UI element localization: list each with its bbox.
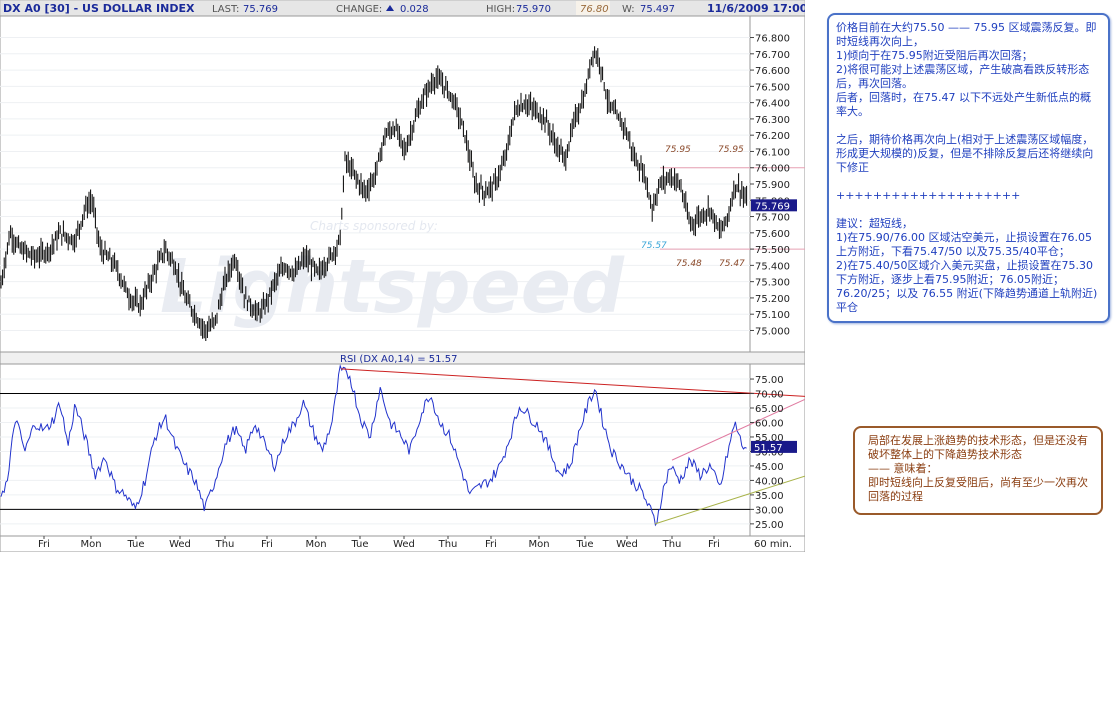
price-tick-label: 76.100: [755, 147, 790, 158]
price-tick-label: 75.100: [755, 310, 790, 321]
chart-area: DX A0 [30] - US DOLLAR INDEX LAST: 75.76…: [0, 0, 815, 553]
change-label: CHANGE:: [336, 4, 382, 15]
watermark-logo: Lightspeed: [160, 244, 625, 330]
x-tick-label: Tue: [350, 539, 368, 550]
note-paragraph: —— 意味着：: [868, 462, 938, 475]
interval-label: 60 min.: [754, 539, 792, 550]
symbol-title: DX A0 [30] - US DOLLAR INDEX: [3, 2, 195, 15]
price-annotation: 75.48: [676, 259, 702, 269]
note-gap: [836, 119, 1101, 133]
rsi-tick-label: 45.00: [755, 462, 784, 473]
rsi-tick-label: 75.00: [755, 375, 784, 386]
rsi-plot-area: [0, 363, 751, 537]
price-annotation: 75.95: [718, 145, 744, 155]
price-annotation: 75.95: [665, 145, 691, 155]
price-tick-label: 76.400: [755, 99, 790, 110]
note-paragraph: 即时短线向上反复受阻后，尚有至少一次再次回落的过程: [868, 476, 1088, 503]
x-tick-label: Mon: [305, 539, 326, 550]
note-paragraph: 1)倾向于在75.95附近受阻后再次回落；: [836, 49, 1033, 62]
x-tick-label: Tue: [575, 539, 593, 550]
last-label: LAST:: [212, 4, 239, 15]
last-value: 75.769: [243, 4, 278, 15]
price-tick-label: 75.400: [755, 261, 790, 272]
high-value: 75.970: [516, 4, 551, 15]
price-tick-label: 76.700: [755, 50, 790, 61]
price-tick-label: 75.000: [755, 326, 790, 337]
price-annotation: 75.57: [641, 241, 667, 251]
note-gap: [836, 175, 1101, 189]
price-tick-label: 75.700: [755, 213, 790, 224]
price-tick-label: 75.500: [755, 245, 790, 256]
x-tick-label: Wed: [169, 539, 191, 550]
rsi-tick-label: 70.00: [755, 390, 784, 401]
trend-note: 局部在发展上涨趋势的技术形态，但是还没有破坏整体上的下降趋势技术形态 —— 意味着…: [853, 426, 1103, 515]
x-tick-label: Mon: [528, 539, 549, 550]
x-tick-label: Fri: [485, 539, 497, 550]
low-value: 75.497: [640, 4, 675, 15]
watermark-sponsor: Charts sponsored by:: [310, 219, 438, 233]
price-tick-label: 76.800: [755, 34, 790, 45]
note-paragraph: 2)将很可能对上述震荡区域，产生破高看跌反转形态后，再次回落。: [836, 63, 1090, 90]
rsi-tick-label: 65.00: [755, 404, 784, 415]
x-tick-label: Wed: [393, 539, 415, 550]
note-paragraph: ++++++++++++++++++++: [836, 189, 1021, 202]
price-tick-label: 76.300: [755, 115, 790, 126]
last-price-label: 75.769: [755, 201, 790, 212]
price-annotation: 75.47: [719, 259, 745, 269]
note-paragraph: 1)在75.90/76.00 区域沽空美元，止损设置在76.05上方附近，下看7…: [836, 231, 1092, 258]
rsi-tick-label: 60.00: [755, 418, 784, 429]
price-tick-label: 76.000: [755, 164, 790, 175]
price-tick-label: 75.600: [755, 229, 790, 240]
note-paragraph: 之后，期待价格再次向上(相对于上述震荡区域幅度，形成更大规模的)反复，但是不排除…: [836, 133, 1094, 174]
price-tick-label: 76.600: [755, 66, 790, 77]
x-tick-label: Tue: [126, 539, 144, 550]
low-label: W:: [622, 4, 635, 15]
x-tick-label: Mon: [80, 539, 101, 550]
chart-svg: DX A0 [30] - US DOLLAR INDEX LAST: 75.76…: [0, 0, 815, 553]
price-tick-label: 75.300: [755, 278, 790, 289]
x-tick-label: Thu: [215, 539, 235, 550]
note-paragraph: 价格目前在大约75.50 —— 75.95 区域震荡反复。即时短线再次向上，: [836, 21, 1097, 48]
note-paragraph: 2)在75.40/50区域介入美元买盘，止损设置在75.30 下方附近，逐步上看…: [836, 259, 1098, 314]
x-tick-label: Fri: [708, 539, 720, 550]
rsi-tick-label: 35.00: [755, 491, 784, 502]
datetime: 11/6/2009 17:00: [707, 2, 805, 15]
price-tick-label: 75.200: [755, 294, 790, 305]
price-tick-label: 75.900: [755, 180, 790, 191]
peak-value: 76.80: [580, 4, 609, 15]
rsi-last-label: 51.57: [754, 443, 783, 454]
x-tick-label: Fri: [261, 539, 273, 550]
note-gap: [836, 203, 1101, 217]
x-tick-label: Fri: [38, 539, 50, 550]
x-tick-label: Thu: [438, 539, 458, 550]
change-value: 0.028: [400, 4, 429, 15]
rsi-tick-label: 30.00: [755, 505, 784, 516]
price-tick-label: 76.200: [755, 131, 790, 142]
x-tick-label: Thu: [662, 539, 682, 550]
rsi-tick-label: 40.00: [755, 476, 784, 487]
note-paragraph: 后者，回落时，在75.47 以下不远处产生新低点的概率大。: [836, 91, 1091, 118]
rsi-tick-label: 25.00: [755, 520, 784, 531]
x-tick-label: Wed: [616, 539, 638, 550]
rsi-title: RSI (DX A0,14) = 51.57: [340, 354, 457, 365]
price-tick-label: 76.500: [755, 82, 790, 93]
high-label: HIGH:: [486, 4, 515, 15]
note-paragraph: 局部在发展上涨趋势的技术形态，但是还没有破坏整体上的下降趋势技术形态: [868, 434, 1088, 461]
analysis-note: 价格目前在大约75.50 —— 75.95 区域震荡反复。即时短线再次向上， 1)…: [827, 13, 1110, 323]
note-paragraph: 建议：超短线，: [836, 217, 913, 230]
